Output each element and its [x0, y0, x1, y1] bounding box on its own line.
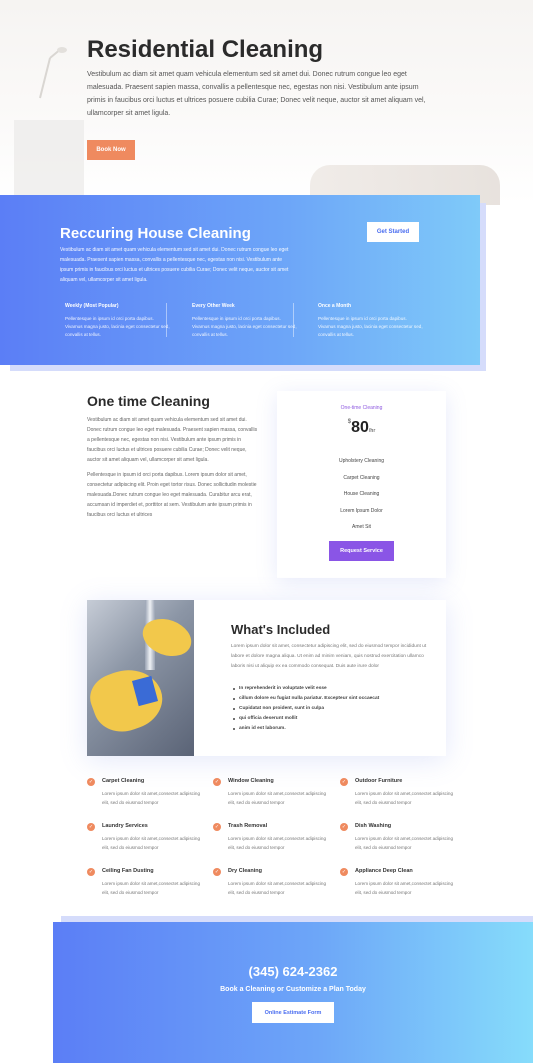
- frequency-option-biweekly: Every Other Week Pellentesque in ipsum i…: [192, 303, 297, 339]
- price-value: 80: [351, 419, 369, 436]
- service-text: Lorem ipsum dolor sit amet,consectet adi…: [355, 791, 454, 805]
- recurring-description: Vestibulum ac diam sit amet quam vehicul…: [60, 247, 289, 283]
- service-title: Ceiling Fan Dusting: [102, 868, 154, 874]
- check-icon: ✓: [213, 868, 221, 876]
- cta-section: (345) 624-2362 Book a Cleaning or Custom…: [53, 922, 533, 1063]
- phone-number[interactable]: (345) 624-2362: [53, 964, 533, 979]
- check-icon: ✓: [340, 823, 348, 831]
- included-description: Lorem ipsum dolor sit amet, consectetur …: [231, 644, 427, 669]
- check-icon: ✓: [87, 823, 95, 831]
- service-text: Lorem ipsum dolor sit amet,consectet adi…: [228, 791, 327, 805]
- list-item: anim id est laborum.: [233, 724, 379, 734]
- divider: [166, 303, 167, 337]
- frequency-title: Once a Month: [318, 303, 352, 309]
- check-icon: ✓: [340, 778, 348, 786]
- service-title: Outdoor Furniture: [355, 778, 403, 784]
- price: $80/hr: [277, 419, 446, 437]
- check-icon: ✓: [87, 868, 95, 876]
- service-title: Dry Cleaning: [228, 868, 262, 874]
- pricing-feature: House Cleaning: [343, 491, 380, 497]
- pricing-kicker: One-time Cleaning: [340, 405, 383, 411]
- check-icon: ✓: [213, 778, 221, 786]
- lamp-image: [39, 47, 67, 99]
- divider: [293, 303, 294, 337]
- included-list: In reprehenderit in voluptate velit esse…: [233, 684, 379, 734]
- service-title: Dish Washing: [355, 823, 392, 829]
- service-title: Trash Removal: [228, 823, 268, 829]
- service-text: Lorem ipsum dolor sit amet,consectet adi…: [228, 881, 327, 895]
- cleaning-photo: [87, 600, 194, 756]
- service-text: Lorem ipsum dolor sit amet,consectet adi…: [102, 791, 201, 805]
- page-title: Residential Cleaning: [87, 36, 324, 63]
- request-service-button[interactable]: Request Service: [329, 541, 394, 561]
- pricing-feature: Carpet Cleaning: [343, 475, 380, 481]
- list-item: qui officia deserunt mollit: [233, 714, 379, 724]
- pricing-feature: Upholstery Cleaning: [338, 458, 385, 464]
- book-now-button[interactable]: Book Now: [87, 140, 135, 160]
- service-text: Lorem ipsum dolor sit amet,consectet adi…: [355, 881, 454, 895]
- frequency-text: Pellentesque in ipsum id orci porta dapi…: [192, 316, 297, 337]
- hero-section: Residential Cleaning Vestibulum ac diam …: [0, 0, 533, 205]
- frequency-text: Pellentesque in ipsum id orci porta dapi…: [65, 316, 170, 337]
- service-title: Window Cleaning: [228, 778, 274, 784]
- included-section: What's Included Lorem ipsum dolor sit am…: [87, 600, 446, 756]
- included-title: What's Included: [231, 622, 331, 637]
- one-time-paragraph: Vestibulum ac diam sit amet quam vehicul…: [87, 417, 258, 463]
- nightstand-image: [14, 120, 84, 200]
- service-text: Lorem ipsum dolor sit amet,consectet adi…: [102, 881, 201, 895]
- service-text: Lorem ipsum dolor sit amet,consectet adi…: [228, 836, 327, 850]
- service-title: Appliance Deep Clean: [355, 868, 413, 874]
- service-title: Carpet Cleaning: [102, 778, 145, 784]
- frequency-title: Weekly (Most Popular): [65, 303, 119, 309]
- recurring-title: Reccuring House Cleaning: [60, 225, 251, 242]
- list-item: cillum dolore eu fugiat nulla pariatur. …: [233, 694, 379, 704]
- list-item: Cupidatat non proident, sunt in culpa: [233, 704, 379, 714]
- recurring-section: Reccuring House Cleaning Vestibulum ac d…: [0, 195, 480, 365]
- hero-description: Vestibulum ac diam sit amet quam vehicul…: [87, 71, 426, 117]
- one-time-paragraph: Pellentesque in ipsum id orci porta dapi…: [87, 472, 257, 518]
- price-unit: /hr: [368, 428, 376, 434]
- pricing-feature: Lorem Ipsum Dolor: [340, 508, 383, 514]
- frequency-title: Every Other Week: [192, 303, 235, 309]
- pricing-card: One-time Cleaning $80/hr Upholstery Clea…: [277, 391, 446, 578]
- list-item: In reprehenderit in voluptate velit esse: [233, 684, 379, 694]
- frequency-option-monthly: Once a Month Pellentesque in ipsum id or…: [318, 303, 423, 339]
- check-icon: ✓: [340, 868, 348, 876]
- service-title: Laundry Services: [102, 823, 148, 829]
- cta-subtitle: Book a Cleaning or Customize a Plan Toda…: [220, 986, 366, 993]
- check-icon: ✓: [87, 778, 95, 786]
- frequency-text: Pellentesque in ipsum id orci porta dapi…: [318, 316, 423, 337]
- frequency-option-weekly: Weekly (Most Popular) Pellentesque in ip…: [65, 303, 170, 339]
- one-time-title: One time Cleaning: [87, 393, 210, 409]
- get-started-button[interactable]: Get Started: [367, 222, 419, 242]
- check-icon: ✓: [213, 823, 221, 831]
- online-estimate-button[interactable]: Online Estimate Form: [252, 1002, 334, 1023]
- service-text: Lorem ipsum dolor sit amet,consectet adi…: [102, 836, 201, 850]
- service-text: Lorem ipsum dolor sit amet,consectet adi…: [355, 836, 454, 850]
- pricing-feature: Amet Sit: [352, 524, 371, 530]
